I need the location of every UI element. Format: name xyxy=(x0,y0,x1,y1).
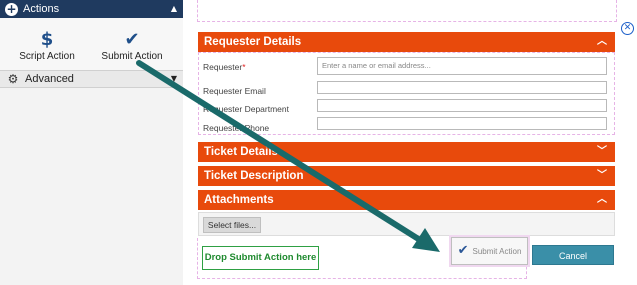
requester-phone-input[interactable] xyxy=(317,117,607,130)
submit-action-drag-ghost[interactable]: ✔ Submit Action xyxy=(451,237,528,265)
requester-department-label: Requester Department xyxy=(203,104,289,114)
drop-zone[interactable]: Drop Submit Action here xyxy=(202,246,319,270)
cancel-button[interactable]: Cancel xyxy=(532,245,614,265)
ticket-details-header[interactable]: Ticket Details ﹀ xyxy=(198,142,615,162)
close-icon[interactable]: ✕ xyxy=(621,22,634,35)
chevron-up-icon[interactable]: ︿ xyxy=(597,190,607,210)
requester-details-header[interactable]: Requester Details ︿ xyxy=(198,32,615,52)
ticket-description-title: Ticket Description xyxy=(204,170,304,182)
requester-details-title: Requester Details xyxy=(204,36,302,48)
required-marker: * xyxy=(242,62,246,72)
ticket-details-title: Ticket Details xyxy=(204,146,278,158)
requester-department-input[interactable] xyxy=(317,99,607,112)
check-icon: ✔ xyxy=(457,243,469,258)
dollar-icon: $ xyxy=(40,29,54,50)
actions-section-title: Actions xyxy=(23,3,60,15)
attachments-title: Attachments xyxy=(204,194,274,206)
ticket-description-header[interactable]: Ticket Description ﹀ xyxy=(198,166,615,186)
script-action-label: Script Action xyxy=(19,51,75,62)
requester-details-body: Requester* Enter a name or email address… xyxy=(198,52,615,135)
requester-email-label: Requester Email xyxy=(203,86,266,96)
chevron-up-icon[interactable]: ︿ xyxy=(597,32,607,52)
select-files-button[interactable]: Select files... xyxy=(203,217,261,233)
designer-canvas: + Actions ▲ $ Script Action ✔ Submit Act… xyxy=(0,0,637,285)
attachments-header[interactable]: Attachments ︿ xyxy=(198,190,615,210)
attachments-body: Select files... xyxy=(198,212,615,236)
chevron-down-icon[interactable]: ﹀ xyxy=(597,166,607,186)
collapse-up-icon[interactable]: ▲ xyxy=(171,0,177,18)
expand-down-icon[interactable]: ▼ xyxy=(171,70,177,88)
requester-phone-label: Requester Phone xyxy=(203,123,270,133)
submit-action-label: Submit Action xyxy=(101,51,163,62)
plus-circle-icon: + xyxy=(5,1,18,16)
toolbox-sidebar: + Actions ▲ $ Script Action ✔ Submit Act… xyxy=(0,0,183,285)
submit-action-ghost-label: Submit Action xyxy=(472,246,522,256)
actions-section-body: $ Script Action ✔ Submit Action 3 xyxy=(0,18,183,88)
requester-input[interactable]: Enter a name or email address... xyxy=(317,57,607,75)
advanced-section-title: Advanced xyxy=(25,73,74,85)
check-icon: ✔ xyxy=(124,29,140,50)
requester-email-input[interactable] xyxy=(317,81,607,94)
gear-icon: ⚙ xyxy=(7,72,19,86)
form-canvas: ✕ Requester Details ︿ Requester* Enter a… xyxy=(190,0,637,285)
actions-section-header[interactable]: + Actions ▲ xyxy=(0,0,183,18)
script-action-tool[interactable]: $ Script Action xyxy=(7,18,87,70)
submit-action-tool[interactable]: ✔ Submit Action xyxy=(92,18,172,70)
requester-label-text: Requester xyxy=(203,62,243,72)
advanced-section-header[interactable]: ⚙ Advanced ▼ xyxy=(0,70,183,88)
sidebar-empty-area xyxy=(0,88,183,285)
requester-label: Requester* xyxy=(203,62,246,72)
chevron-down-icon[interactable]: ﹀ xyxy=(597,142,607,162)
previous-section-dropzone xyxy=(197,0,617,22)
